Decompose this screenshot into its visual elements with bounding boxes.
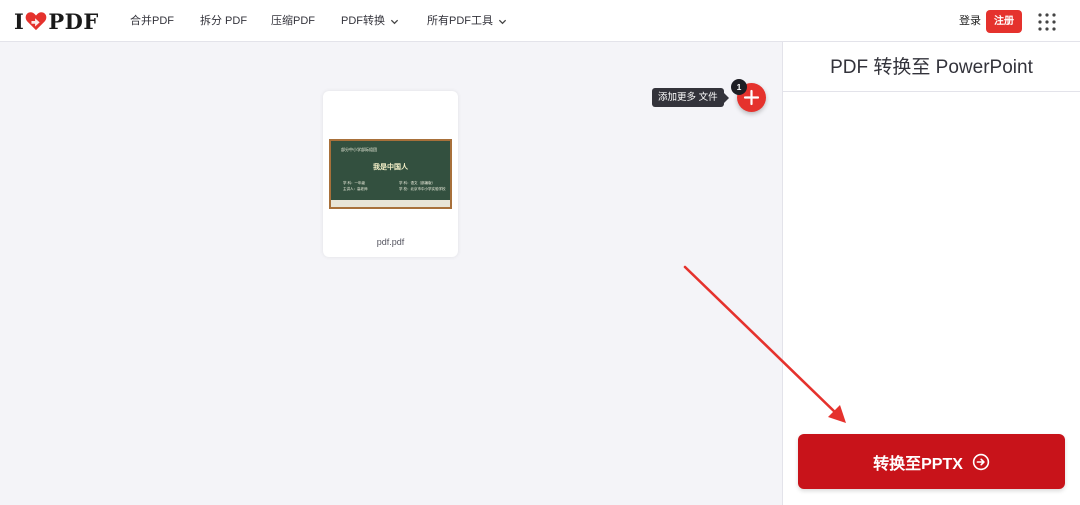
nav-label: 拆分 PDF: [200, 15, 248, 27]
add-more-files-tooltip: 添加更多 文件: [652, 88, 729, 107]
nav-label: 所有PDF工具: [427, 15, 493, 27]
thumbnail-floor: [331, 200, 450, 207]
nav-merge-pdf[interactable]: 合并PDF: [130, 0, 174, 42]
top-navbar: I PDF 合并PDF 拆分 PDF 压缩PDF PDF转换 所有PDF工具 登…: [0, 0, 1080, 42]
login-link[interactable]: 登录: [959, 0, 981, 42]
file-card[interactable]: 部分中小学部际组团 我是中国人 学 科：一年级 主讲人：高老师 学 科：语文（部…: [323, 91, 458, 257]
convert-button-label: 转换至PPTX: [873, 455, 963, 473]
nav-label: 压缩PDF: [271, 15, 315, 27]
thumbnail-info-line: 学 科：一年级: [343, 181, 365, 185]
grid-icon[interactable]: [1037, 12, 1057, 32]
nav-split-pdf[interactable]: 拆分 PDF: [200, 0, 247, 42]
logo-word-pdf: PDF: [48, 8, 99, 34]
file-count-badge: 1: [731, 79, 747, 95]
file-name: pdf.pdf: [376, 237, 405, 247]
file-workspace: 部分中小学部际组团 我是中国人 学 科：一年级 主讲人：高老师 学 科：语文（部…: [0, 42, 782, 505]
arrow-circle-right-icon: [972, 453, 990, 470]
thumbnail-info-line: 学 科：语文（部编版）: [399, 181, 435, 185]
nav-compress-pdf[interactable]: 压缩PDF: [271, 0, 315, 42]
thumbnail-title: 我是中国人: [373, 164, 408, 171]
ilovepdf-logo[interactable]: I PDF: [14, 8, 99, 34]
convert-to-pptx-button[interactable]: 转换至PPTX: [798, 434, 1065, 489]
logo-letter-i: I: [14, 8, 25, 34]
nav-all-pdf-tools[interactable]: 所有PDF工具: [427, 0, 507, 42]
nav-convert-pdf[interactable]: PDF转换: [341, 0, 399, 42]
thumbnail-info-line: 学 校：北京市中小学实验学校: [399, 187, 446, 191]
thumbnail-info-line: 主讲人：高老师: [343, 187, 368, 191]
nav-label: 合并PDF: [130, 15, 174, 27]
file-thumbnail: 部分中小学部际组团 我是中国人 学 科：一年级 主讲人：高老师 学 科：语文（部…: [329, 139, 452, 209]
chevron-down-icon: [498, 19, 507, 24]
heart-icon: [25, 12, 47, 31]
thumbnail-school-text: 部分中小学部际组团: [341, 147, 377, 152]
nav-label: PDF转换: [341, 15, 385, 27]
panel-title: PDF 转换至 PowerPoint: [783, 42, 1080, 92]
signup-button[interactable]: 注册: [986, 10, 1022, 33]
chevron-down-icon: [390, 19, 399, 24]
tool-options-panel: PDF 转换至 PowerPoint 转换至PPTX: [782, 42, 1080, 505]
